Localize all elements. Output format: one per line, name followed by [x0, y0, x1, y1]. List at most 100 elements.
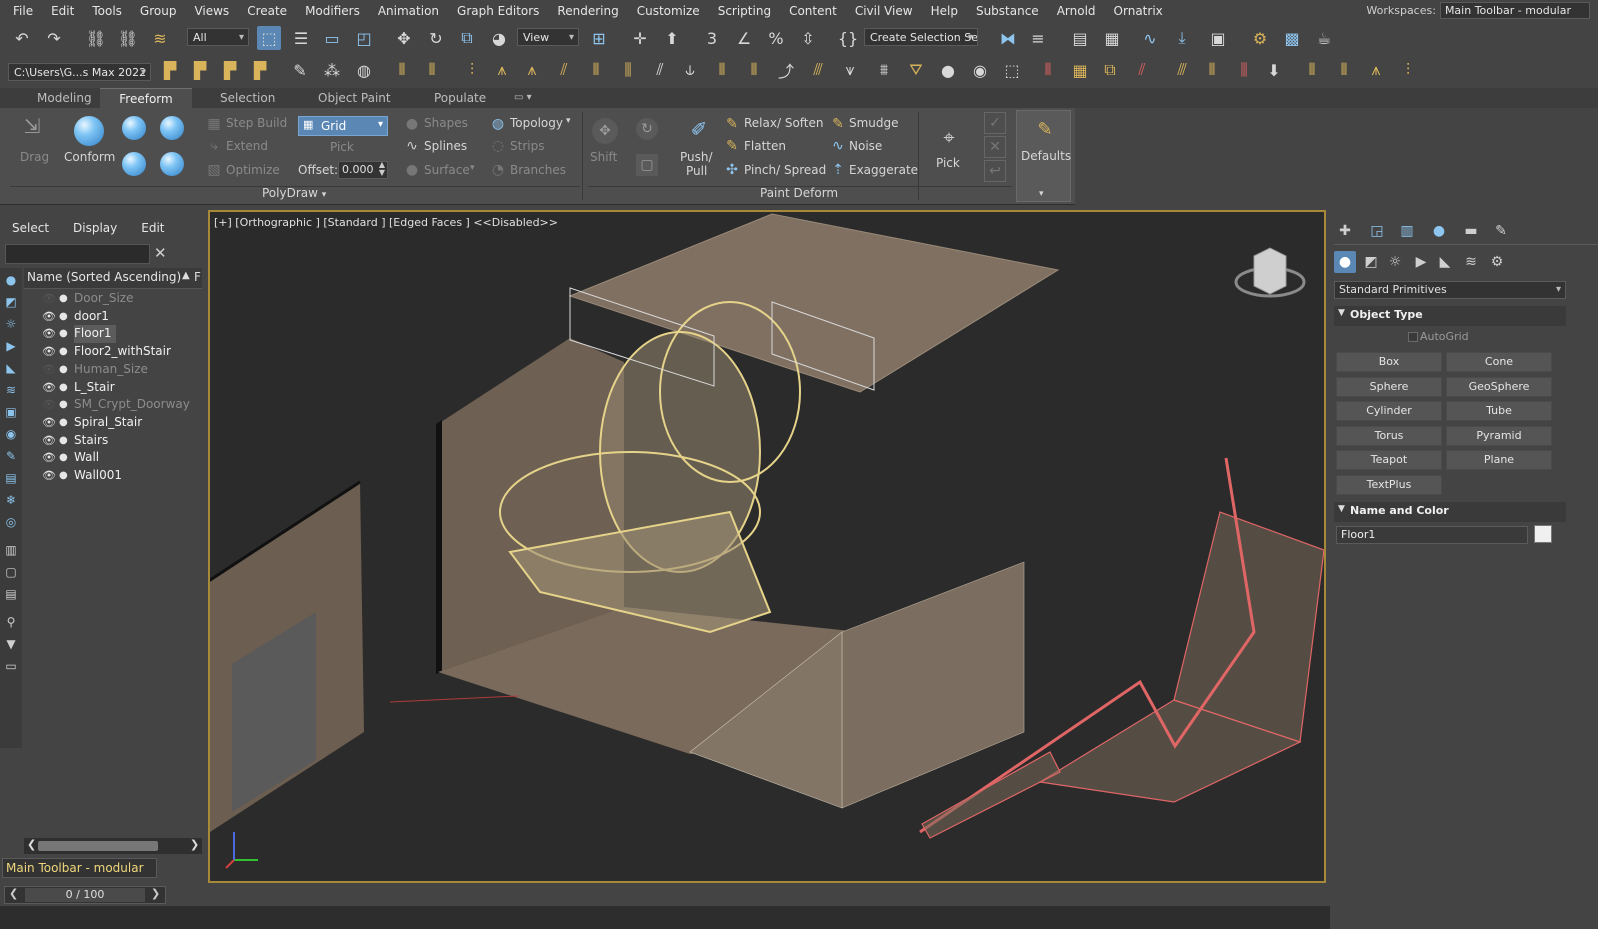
conform-move-icon[interactable]: [122, 152, 146, 176]
folder-icon[interactable]: ▭: [3, 658, 19, 674]
scale-icon[interactable]: ⧉: [455, 26, 479, 50]
spinner-arrows-icon[interactable]: ▲ ▼: [379, 161, 385, 177]
move-icon[interactable]: ✥: [392, 26, 416, 50]
display-all-icon[interactable]: ▥: [3, 542, 19, 558]
hair-tool-icon-32[interactable]: ⫴: [1300, 58, 1324, 82]
tool-icon-1[interactable]: ▛: [158, 58, 182, 82]
surface-icon[interactable]: ●: [402, 160, 422, 180]
visibility-eye-icon[interactable]: 👁: [42, 361, 56, 379]
visibility-eye-icon[interactable]: 👁: [42, 343, 56, 361]
hair-tool-icon-21[interactable]: ●: [936, 58, 960, 82]
curve-editor-icon[interactable]: ∿: [1138, 26, 1162, 50]
hair-tool-icon-12[interactable]: ⫽: [648, 58, 672, 82]
freeze-dot-icon[interactable]: ●: [59, 449, 68, 467]
grid-dropdown[interactable]: ▦ Grid ▾: [298, 116, 388, 136]
select-manipulate-icon[interactable]: ✛: [628, 26, 652, 50]
explorer-menu-edit[interactable]: Edit: [129, 218, 176, 238]
branches-label[interactable]: Branches: [510, 163, 566, 177]
hair-tool-icon-18[interactable]: ⩛: [838, 58, 862, 82]
freeze-dot-icon[interactable]: ●: [59, 308, 68, 326]
hair-tool-icon-19[interactable]: ⩩: [872, 58, 896, 82]
hair-tool-icon-26[interactable]: ⧉: [1098, 58, 1122, 82]
object-row[interactable]: 👁 ● Human_Size: [24, 361, 202, 379]
hair-tool-icon-30[interactable]: ⫼: [1232, 58, 1256, 82]
angle-snap-icon[interactable]: ∠: [732, 26, 756, 50]
freeze-dot-icon[interactable]: ●: [59, 290, 68, 308]
edit-named-selection-icon[interactable]: {}: [836, 26, 860, 50]
chevron-right-icon[interactable]: ❯: [190, 838, 199, 851]
menu-arnold[interactable]: Arnold: [1048, 0, 1105, 22]
material-editor-icon[interactable]: ▣: [1206, 26, 1230, 50]
cone-button[interactable]: Cone: [1446, 352, 1552, 372]
align-icon[interactable]: ≡: [1026, 26, 1050, 50]
freeze-dot-icon[interactable]: ●: [59, 361, 68, 379]
hair-tool-icon-16[interactable]: ⤴: [774, 58, 798, 82]
freeze-dot-icon[interactable]: ●: [59, 467, 68, 485]
shift-scale-icon[interactable]: ▢: [636, 154, 658, 176]
chevron-left-icon[interactable]: ❮: [9, 887, 18, 900]
lights-icon[interactable]: ☼: [1384, 251, 1406, 273]
undo-icon[interactable]: ↶: [10, 26, 34, 50]
select-by-name-icon[interactable]: ☰: [289, 26, 313, 50]
textplus-button[interactable]: TextPlus: [1336, 474, 1442, 495]
menu-modifiers[interactable]: Modifiers: [296, 0, 369, 22]
keyboard-shortcut-override-icon[interactable]: ⬆: [660, 26, 684, 50]
extend-icon[interactable]: ⤷: [204, 136, 224, 156]
hair-tool-icon-27[interactable]: ⫽: [1130, 58, 1154, 82]
menu-substance[interactable]: Substance: [967, 0, 1048, 22]
pinch-spread-icon[interactable]: ✣: [722, 160, 742, 180]
noise-label[interactable]: Noise: [849, 139, 882, 153]
freeze-dot-icon[interactable]: ●: [59, 343, 68, 361]
tab-freeform[interactable]: Freeform: [100, 88, 192, 109]
close-icon[interactable]: ✕: [984, 136, 1006, 158]
pyramid-button[interactable]: Pyramid: [1446, 425, 1552, 446]
hair-tool-icon-20[interactable]: ⛛: [904, 58, 928, 82]
extend-label[interactable]: Extend: [226, 139, 268, 153]
display-xrefs-icon[interactable]: ◉: [3, 426, 19, 442]
visibility-eye-icon[interactable]: 👁: [42, 290, 56, 308]
name-color-rollout[interactable]: ▼ Name and Color: [1334, 502, 1566, 522]
hair-tool-icon-35[interactable]: ⫶: [1396, 58, 1420, 82]
tool-icon-4[interactable]: ▛: [248, 58, 272, 82]
hair-tool-icon-14[interactable]: ⫴: [710, 58, 734, 82]
relax-soften-label[interactable]: Relax/ Soften: [744, 116, 824, 130]
conform-icon[interactable]: [74, 116, 104, 146]
object-row[interactable]: 👁 ● Wall001: [24, 467, 202, 485]
revert-icon[interactable]: ↩: [984, 160, 1006, 182]
polydraw-title[interactable]: PolyDraw ▾: [262, 186, 326, 200]
flatten-icon[interactable]: ✎: [722, 136, 742, 156]
reference-coordinate-dropdown[interactable]: View: [517, 28, 579, 46]
link-icon[interactable]: ⛓: [84, 26, 108, 50]
conform-brush-icon[interactable]: [122, 116, 146, 140]
box-button[interactable]: Box: [1336, 352, 1442, 372]
project-folder-dropdown[interactable]: C:\Users\G...s Max 2022: [8, 63, 151, 81]
display-frozen-icon[interactable]: ❄: [3, 492, 19, 508]
conform-merge-icon[interactable]: [160, 152, 184, 176]
menu-ornatrix[interactable]: Ornatrix: [1105, 0, 1172, 22]
hair-tool-icon-8[interactable]: ⩚: [520, 58, 544, 82]
visibility-eye-icon[interactable]: 👁: [42, 414, 56, 432]
hair-tool-icon-4[interactable]: ⫴: [390, 58, 414, 82]
utilities-tab-icon[interactable]: ✎: [1490, 220, 1512, 242]
filter-options-icon[interactable]: ⚲: [3, 614, 19, 630]
menu-animation[interactable]: Animation: [369, 0, 448, 22]
display-containers-icon[interactable]: ▤: [3, 470, 19, 486]
snaps-toggle-icon[interactable]: 3: [700, 26, 724, 50]
sphere-button[interactable]: Sphere: [1336, 376, 1442, 397]
menu-graph-editors[interactable]: Graph Editors: [448, 0, 548, 22]
object-row[interactable]: 👁 ● SM_Crypt_Doorway: [24, 396, 202, 414]
hair-tool-icon-9[interactable]: ⫽: [552, 58, 576, 82]
hair-tool-icon-28[interactable]: ⫻: [1170, 58, 1194, 82]
hair-tool-icon-24[interactable]: ⫴: [1036, 58, 1060, 82]
menu-group[interactable]: Group: [131, 0, 186, 22]
freeze-dot-icon[interactable]: ●: [59, 325, 68, 343]
hair-tool-icon-22[interactable]: ◉: [968, 58, 992, 82]
spinner-snap-icon[interactable]: ⇳: [796, 26, 820, 50]
hair-tool-icon-1[interactable]: ✎: [288, 58, 312, 82]
topology-icon[interactable]: ◍: [488, 114, 508, 134]
named-selection-set-dropdown[interactable]: Create Selection Se: [864, 28, 978, 46]
display-groups-icon[interactable]: ▣: [3, 404, 19, 420]
visibility-eye-icon[interactable]: 👁: [42, 467, 56, 485]
menu-scripting[interactable]: Scripting: [709, 0, 780, 22]
hair-tool-icon-15[interactable]: ⫴: [742, 58, 766, 82]
